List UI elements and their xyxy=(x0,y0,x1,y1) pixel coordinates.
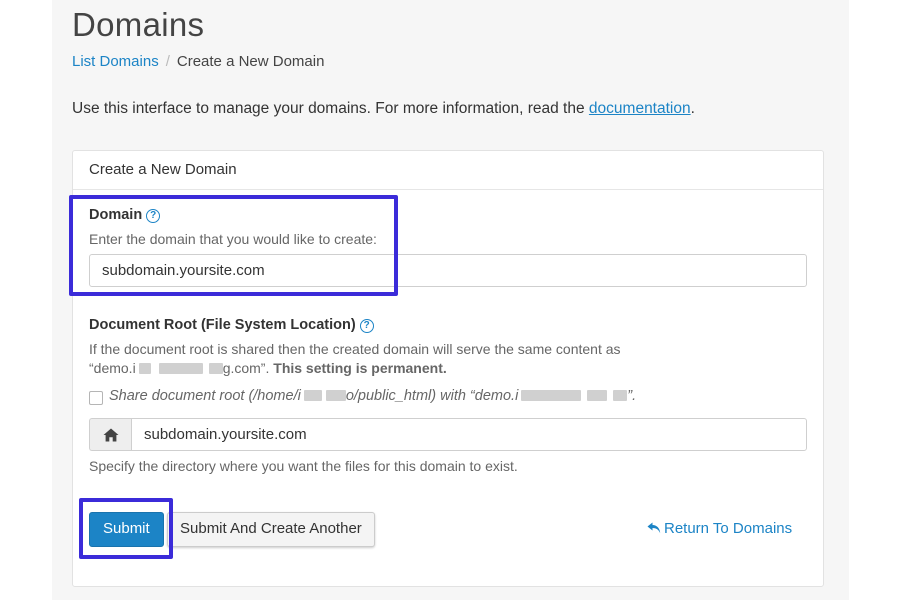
intro-text-end: . xyxy=(690,100,695,117)
submit-button[interactable]: Submit xyxy=(89,512,164,547)
redacted-text xyxy=(613,390,628,401)
docroot-description-line2: “demo.i g.com”. This setting is permanent… xyxy=(89,360,799,376)
breadcrumb-separator: / xyxy=(165,53,170,70)
breadcrumb-list-domains-link[interactable]: List Domains xyxy=(72,53,159,70)
docroot-home-addon xyxy=(89,418,131,451)
share-docroot-label: Share document root (/home/i o/public_htm… xyxy=(109,388,636,404)
return-arrow-icon xyxy=(647,522,661,534)
docroot-label-text: Document Root (File System Location) xyxy=(89,317,356,333)
docroot-description: If the document root is shared then the … xyxy=(89,341,799,376)
redacted-text xyxy=(138,363,151,374)
intro-text: Use this interface to manage your domain… xyxy=(72,100,695,118)
docroot-label: Document Root (File System Location)? xyxy=(89,317,374,333)
docroot-desc-mid: g.com”. xyxy=(222,360,274,376)
docroot-hint: Specify the directory where you want the… xyxy=(89,458,518,474)
domain-hint: Enter the domain that you would like to … xyxy=(89,231,377,247)
docroot-permanent-note: This setting is permanent. xyxy=(273,360,447,376)
share-docroot-text-2: o/public_html) with “demo.i xyxy=(345,388,519,404)
domain-input[interactable]: subdomain.yoursite.com xyxy=(89,254,807,287)
create-domain-panel: Create a New Domain Domain? Enter the do… xyxy=(72,150,824,587)
breadcrumb: List Domains / Create a New Domain xyxy=(72,53,324,70)
documentation-link[interactable]: documentation xyxy=(589,100,691,117)
redacted-text xyxy=(521,390,582,401)
intro-text-body: Use this interface to manage your domain… xyxy=(72,100,589,117)
share-docroot-checkbox[interactable] xyxy=(89,391,103,405)
docroot-description-line1: If the document root is shared then the … xyxy=(89,341,621,357)
domain-label: Domain? xyxy=(89,207,161,223)
redacted-text xyxy=(158,363,203,374)
docroot-desc-start: “demo.i xyxy=(89,360,136,376)
submit-and-create-another-button[interactable]: Submit And Create Another xyxy=(167,512,375,547)
redacted-text xyxy=(325,390,346,401)
return-to-domains-label: Return To Domains xyxy=(664,520,793,537)
docroot-help-icon[interactable]: ? xyxy=(359,319,374,333)
redacted-text xyxy=(208,363,223,374)
panel-heading: Create a New Domain xyxy=(73,151,823,190)
return-to-domains-link[interactable]: Return To Domains xyxy=(647,520,792,537)
domain-label-text: Domain xyxy=(89,207,143,223)
redacted-text xyxy=(303,390,322,401)
share-docroot-text-1: Share document root (/home/i xyxy=(109,388,301,404)
breadcrumb-current: Create a New Domain xyxy=(176,53,325,70)
docroot-input[interactable]: subdomain.yoursite.com xyxy=(131,418,807,451)
home-icon xyxy=(103,428,118,441)
redacted-text xyxy=(587,390,608,401)
share-docroot-text-3: ”. xyxy=(627,388,637,404)
domain-help-icon[interactable]: ? xyxy=(146,209,161,223)
page-title: Domains xyxy=(72,6,205,43)
